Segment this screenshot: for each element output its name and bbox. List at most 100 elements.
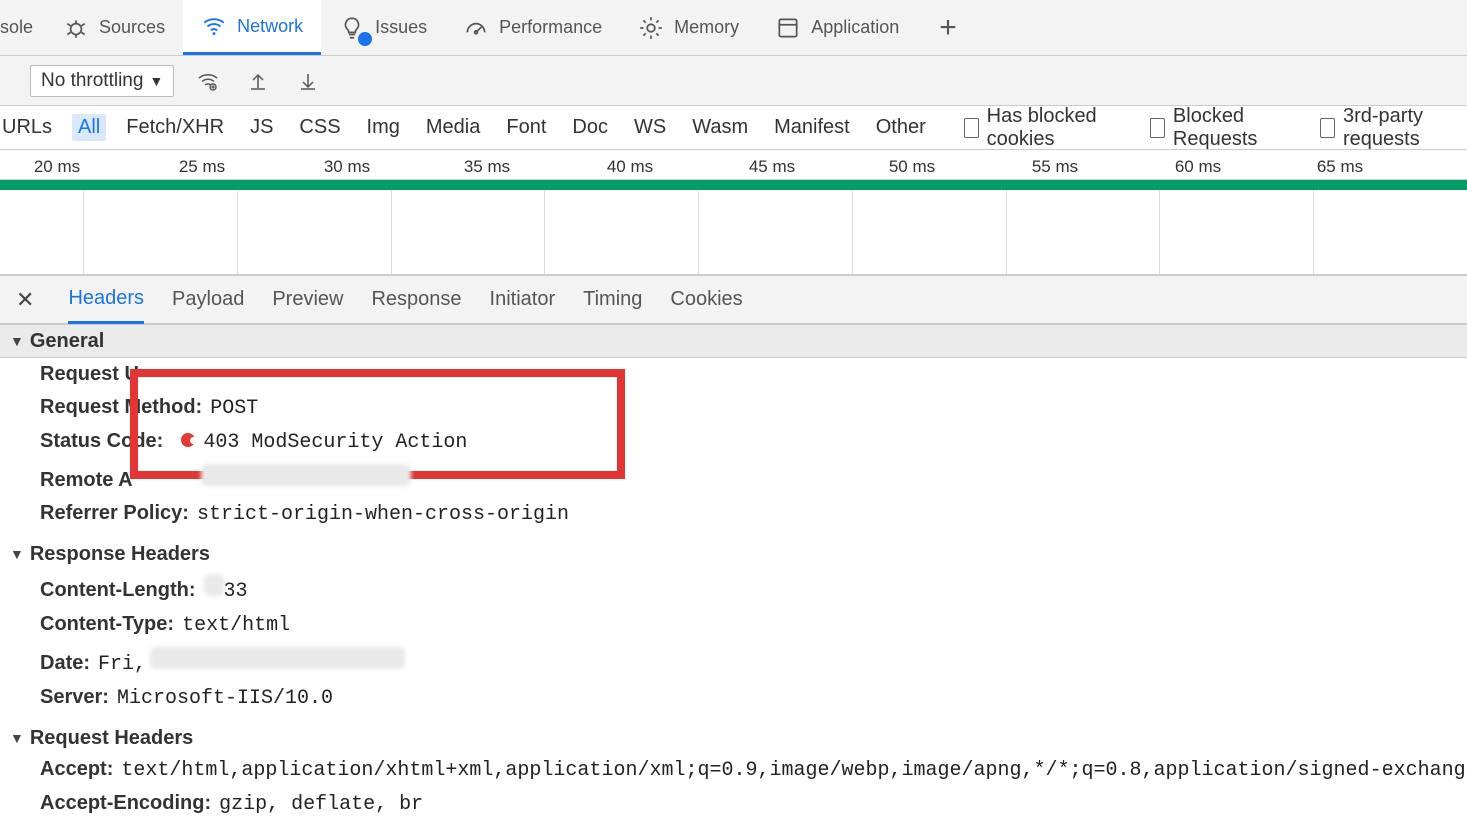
chk-blocked-cookies[interactable]: Has blocked cookies [964,105,1118,151]
dtab-cookies[interactable]: Cookies [670,288,742,311]
resp-server-row: Server: Microsoft-IIS/10.0 [0,681,1467,715]
add-tab-button[interactable]: + [917,0,979,55]
tab-sources-label: Sources [99,17,165,38]
close-panel-button[interactable]: ✕ [10,287,40,313]
date-value: Fri, [98,653,146,676]
content-type-value: text/html [182,614,290,637]
filter-js[interactable]: JS [244,114,279,141]
tick-55: 55 ms [1032,157,1078,177]
redacted-content-length-prefix [204,574,224,596]
bug-icon [63,15,89,41]
resp-content-length-row: Content-Length: 33 [0,569,1467,608]
chk-blocked-requests[interactable]: Blocked Requests [1150,105,1288,151]
section-response-headers[interactable]: ▼ Response Headers [0,531,1467,569]
section-request-headers-label: Request Headers [30,727,193,750]
tab-console-label: sole [0,17,33,38]
status-code-label: Status Code: [40,430,163,453]
toolbar-leading-gap [0,68,12,94]
redacted-date-rest [150,647,405,669]
filter-css[interactable]: CSS [293,114,346,141]
devtools-top-tabs: sole Sources Network Issues Performance … [0,0,1467,56]
req-accept-encoding-row: Accept-Encoding: gzip, deflate, br [0,787,1467,821]
tab-memory[interactable]: Memory [620,0,757,55]
application-icon [775,15,801,41]
section-response-headers-label: Response Headers [30,543,210,566]
general-request-method-row: Request Method: POST [0,391,1467,425]
gear-icon [638,15,664,41]
chk-blocked-cookies-label: Has blocked cookies [987,105,1118,151]
timeline-grid[interactable] [0,190,1467,276]
filter-img[interactable]: Img [361,114,406,141]
filter-font[interactable]: Font [500,114,552,141]
timeline-ruler[interactable]: 20 ms 25 ms 30 ms 35 ms 40 ms 45 ms 50 m… [0,150,1467,180]
disclosure-down-icon: ▼ [10,333,24,349]
tick-40: 40 ms [607,157,653,177]
dtab-timing[interactable]: Timing [583,288,642,311]
tab-issues[interactable]: Issues [321,0,445,55]
general-request-url-row: Request U [0,358,1467,391]
server-value: Microsoft-IIS/10.0 [117,687,333,710]
filter-manifest[interactable]: Manifest [768,114,856,141]
redacted-remote-address [201,464,411,486]
filter-all[interactable]: All [72,114,106,141]
remote-address-label: Remote A [40,469,133,492]
content-length-value: 33 [224,580,248,603]
content-type-label: Content-Type: [40,613,174,636]
filter-urls-label: URLs [0,114,58,141]
tick-35: 35 ms [464,157,510,177]
chevron-down-icon: ▼ [149,73,163,89]
download-icon[interactable] [292,65,324,97]
chk-blocked-requests-label: Blocked Requests [1173,105,1288,151]
throttling-label: No throttling [41,70,143,92]
server-label: Server: [40,686,109,709]
filter-media[interactable]: Media [420,114,486,141]
tab-network[interactable]: Network [183,0,321,55]
referrer-policy-value: strict-origin-when-cross-origin [197,503,569,526]
dtab-response[interactable]: Response [371,288,461,311]
section-general[interactable]: ▼ General [0,324,1467,358]
tab-issues-label: Issues [375,17,427,38]
section-general-label: General [30,330,104,353]
issues-badge [358,32,372,46]
req-accept-row: Accept: text/html,application/xhtml+xml,… [0,753,1467,787]
accept-encoding-value: gzip, deflate, br [219,793,423,816]
content-length-label: Content-Length: [40,579,196,602]
tab-application-label: Application [811,17,899,38]
dtab-preview[interactable]: Preview [272,288,343,311]
network-conditions-icon[interactable] [192,65,224,97]
filter-wasm[interactable]: Wasm [686,114,754,141]
general-remote-address-row: Remote A [0,459,1467,497]
accept-label: Accept: [40,758,113,781]
tick-60: 60 ms [1175,157,1221,177]
dtab-initiator[interactable]: Initiator [490,288,556,311]
tab-performance[interactable]: Performance [445,0,620,55]
chk-3rd-party[interactable]: 3rd-party requests [1320,105,1459,151]
general-status-code-row: Status Code: 403 ModSecurity Action [0,425,1467,459]
date-label: Date: [40,652,90,675]
tick-25: 25 ms [179,157,225,177]
dtab-payload[interactable]: Payload [172,288,244,311]
disclosure-down-icon: ▼ [10,730,24,746]
tab-application[interactable]: Application [757,0,917,55]
checkbox-box [964,118,979,138]
filter-ws[interactable]: WS [628,114,672,141]
filter-other[interactable]: Other [870,114,932,141]
tick-30: 30 ms [324,157,370,177]
wifi-icon [201,13,227,39]
status-error-icon-inner [190,437,197,444]
upload-icon[interactable] [242,65,274,97]
throttling-select[interactable]: No throttling ▼ [30,65,174,97]
resp-date-row: Date: Fri, [0,642,1467,681]
checkbox-box [1320,118,1335,138]
section-request-headers[interactable]: ▼ Request Headers [0,715,1467,753]
request-url-label: Request U [40,363,139,386]
accept-value: text/html,application/xhtml+xml,applicat… [121,759,1467,782]
filter-fetch[interactable]: Fetch/XHR [120,114,230,141]
filter-doc[interactable]: Doc [566,114,614,141]
tab-console[interactable]: sole [0,0,45,55]
request-detail-tabs: ✕ Headers Payload Preview Response Initi… [0,276,1467,324]
tab-performance-label: Performance [499,17,602,38]
dtab-headers[interactable]: Headers [68,287,144,324]
timeline-overview-bar[interactable] [0,180,1467,190]
tab-sources[interactable]: Sources [45,0,183,55]
